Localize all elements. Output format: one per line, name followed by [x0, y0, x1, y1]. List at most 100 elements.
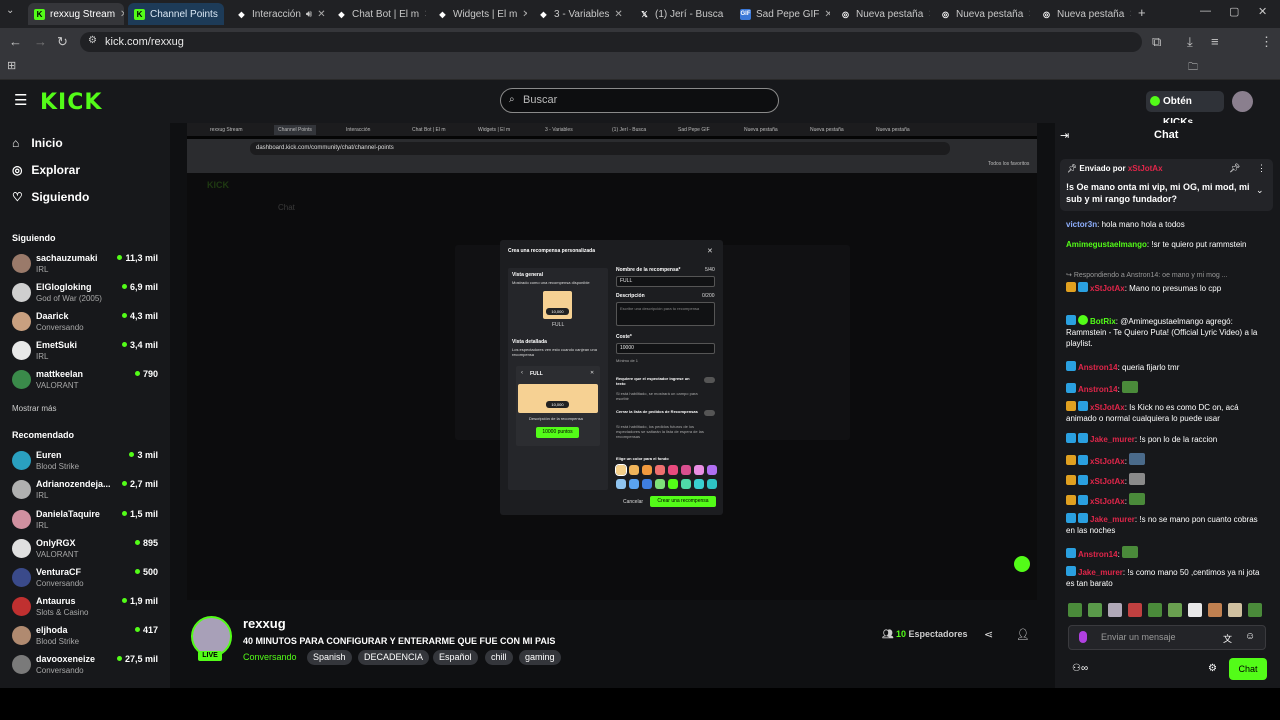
microphone-icon[interactable]: [1079, 631, 1087, 643]
chat-message[interactable]: xStJotAx:: [1066, 473, 1266, 487]
site-info-icon[interactable]: ⚙: [88, 35, 97, 46]
channel-item[interactable]: VenturaCF Conversando 500: [12, 566, 162, 592]
chat-message[interactable]: xStJotAx:: [1066, 493, 1266, 507]
channel-item[interactable]: Antaurus Slots & Casino 1,9 mil: [12, 595, 162, 621]
create-reward-button[interactable]: Crear una recompensa: [650, 496, 716, 507]
channel-item[interactable]: OnlyRGX VALORANT 895: [12, 537, 162, 563]
color-swatch[interactable]: [694, 465, 704, 475]
cancel-button[interactable]: Cancelar: [623, 499, 643, 505]
color-swatch[interactable]: [642, 465, 652, 475]
color-swatch[interactable]: [616, 479, 626, 489]
tab-variables[interactable]: ◆ 3 - Variables ✕: [532, 3, 628, 25]
channel-item[interactable]: sachauzumaki IRL 11,3 mil: [12, 252, 162, 278]
share-icon[interactable]: ⋖: [984, 628, 993, 641]
user-avatar[interactable]: [1232, 91, 1253, 112]
back-icon[interactable]: ←: [9, 34, 22, 49]
stream-tag[interactable]: gaming: [519, 650, 561, 665]
channel-item[interactable]: eljhoda Blood Strike 417: [12, 624, 162, 650]
channel-item[interactable]: mattkeelan VALORANT 790: [12, 368, 162, 394]
search-input[interactable]: Buscar: [500, 88, 779, 113]
tab-chat-bot[interactable]: ◆Chat Bot | El m✕: [330, 3, 426, 25]
chat-message[interactable]: Amimegustaelmango: !sr te quiero put ram…: [1066, 239, 1266, 250]
channel-name[interactable]: rexxug: [243, 616, 286, 631]
close-window-icon[interactable]: ✕: [1258, 5, 1267, 18]
close-icon[interactable]: ✕: [1129, 9, 1131, 20]
tab-x-search[interactable]: 𝕏(1) Jerí - Busca✕: [633, 3, 729, 25]
stream-tag[interactable]: Español: [433, 650, 478, 665]
tab-rexxug[interactable]: Krexxug Stream✕: [28, 3, 124, 25]
chat-message[interactable]: Jake_murer: !s como mano 50 ,centimos ya…: [1066, 566, 1266, 589]
tab-interaccion[interactable]: ◆ Interacción 🔊︎ ✕: [230, 3, 326, 25]
chat-message[interactable]: Anstron14:: [1066, 546, 1266, 560]
pin-icon[interactable]: 📌︎: [1229, 163, 1240, 174]
tab-search-icon[interactable]: ⌄: [6, 5, 14, 16]
close-icon[interactable]: ✕: [928, 9, 930, 20]
tab-new-3[interactable]: ◎Nueva pestaña✕: [1035, 3, 1131, 25]
close-icon[interactable]: ✕: [522, 9, 527, 20]
channel-item[interactable]: EmetSuki IRL 3,4 mil: [12, 339, 162, 365]
nav-following[interactable]: ♡ Siguiendo: [12, 190, 89, 204]
hamburger-menu-icon[interactable]: ☰: [14, 91, 27, 109]
close-icon[interactable]: ✕: [824, 9, 830, 20]
collapse-chat-icon[interactable]: ⇥: [1060, 129, 1069, 142]
color-swatch[interactable]: [615, 464, 627, 476]
close-icon[interactable]: ✕: [120, 9, 124, 20]
close-list-toggle[interactable]: [704, 410, 715, 416]
kick-logo[interactable]: KICK: [40, 90, 102, 115]
color-swatch[interactable]: [629, 479, 639, 489]
emote-icon[interactable]: [1068, 603, 1082, 617]
close-icon[interactable]: ✕: [424, 9, 426, 20]
minimize-icon[interactable]: —: [1200, 5, 1211, 17]
tab-sad-pepe[interactable]: GIF Sad Pepe GIF ✕: [734, 3, 830, 25]
media-control-icon[interactable]: ≡: [1211, 34, 1219, 49]
more-options-icon[interactable]: ⋮: [1257, 163, 1266, 174]
channel-item[interactable]: ElGlogloking God of War (2005) 6,9 mil: [12, 281, 162, 307]
channel-item[interactable]: DanielaTaquire IRL 1,5 mil: [12, 508, 162, 534]
nav-explore[interactable]: ◎ Explorar: [12, 163, 80, 177]
color-swatch[interactable]: [655, 479, 665, 489]
chat-message-input[interactable]: Enviar un mensaje: [1068, 625, 1266, 650]
send-chat-button[interactable]: Chat: [1229, 658, 1267, 680]
close-icon[interactable]: ✕: [1028, 9, 1030, 20]
maximize-icon[interactable]: ▢: [1229, 5, 1239, 18]
emote-icon[interactable]: [1108, 603, 1122, 617]
emote-icon[interactable]: [1088, 603, 1102, 617]
tab-widgets[interactable]: ◆ Widgets | El m ✕: [431, 3, 527, 25]
require-text-toggle[interactable]: [704, 377, 715, 383]
color-swatch[interactable]: [668, 479, 678, 489]
emote-icon[interactable]: [1148, 603, 1162, 617]
description-input[interactable]: Escribe una descripción para tu recompen…: [616, 302, 715, 326]
close-icon[interactable]: ✕: [614, 9, 622, 20]
emote-icon[interactable]: [1168, 603, 1182, 617]
color-swatch[interactable]: [655, 465, 665, 475]
tab-channel-points[interactable]: KChannel Points✕: [128, 3, 224, 25]
users-icon[interactable]: ⚇∞: [1072, 663, 1088, 674]
close-icon[interactable]: ✕: [223, 9, 224, 20]
chat-message[interactable]: victor3n: hola mano hola a todos: [1066, 219, 1266, 230]
chat-message[interactable]: Anstron14:: [1066, 381, 1266, 395]
tab-new-1[interactable]: ◎Nueva pestaña✕: [834, 3, 930, 25]
show-more-link[interactable]: Mostrar más: [12, 404, 56, 413]
channel-item[interactable]: Euren Blood Strike 3 mil: [12, 449, 162, 475]
settings-gear-icon[interactable]: ⚙: [1208, 663, 1217, 674]
close-icon[interactable]: ✕: [707, 247, 713, 255]
follow-user-icon[interactable]: 👤︎: [1016, 628, 1030, 641]
url-field[interactable]: kick.com/rexxug: [80, 32, 1142, 52]
apps-icon[interactable]: ⊞: [7, 59, 16, 72]
stream-tag[interactable]: Spanish: [307, 650, 352, 665]
stream-category[interactable]: Conversando: [243, 652, 297, 662]
color-swatch[interactable]: [668, 465, 678, 475]
chat-message[interactable]: xStJotAx: Is Kick no es como DC on, acá …: [1066, 401, 1266, 424]
color-swatch[interactable]: [629, 465, 639, 475]
emoji-icon[interactable]: ☺: [1245, 631, 1255, 642]
close-icon[interactable]: ✕: [728, 9, 729, 20]
color-swatch[interactable]: [681, 479, 691, 489]
cost-input[interactable]: 10000: [616, 343, 715, 354]
chat-message[interactable]: Anstron14: queria fijarlo tmr: [1066, 361, 1266, 373]
channel-item[interactable]: Daarick Conversando 4,3 mil: [12, 310, 162, 336]
color-swatch[interactable]: [707, 465, 717, 475]
menu-icon[interactable]: ⋮: [1260, 34, 1273, 50]
extensions-icon[interactable]: ⧉: [1152, 34, 1161, 50]
reward-name-input[interactable]: FULL: [616, 276, 715, 287]
forward-icon[interactable]: →: [34, 34, 47, 49]
